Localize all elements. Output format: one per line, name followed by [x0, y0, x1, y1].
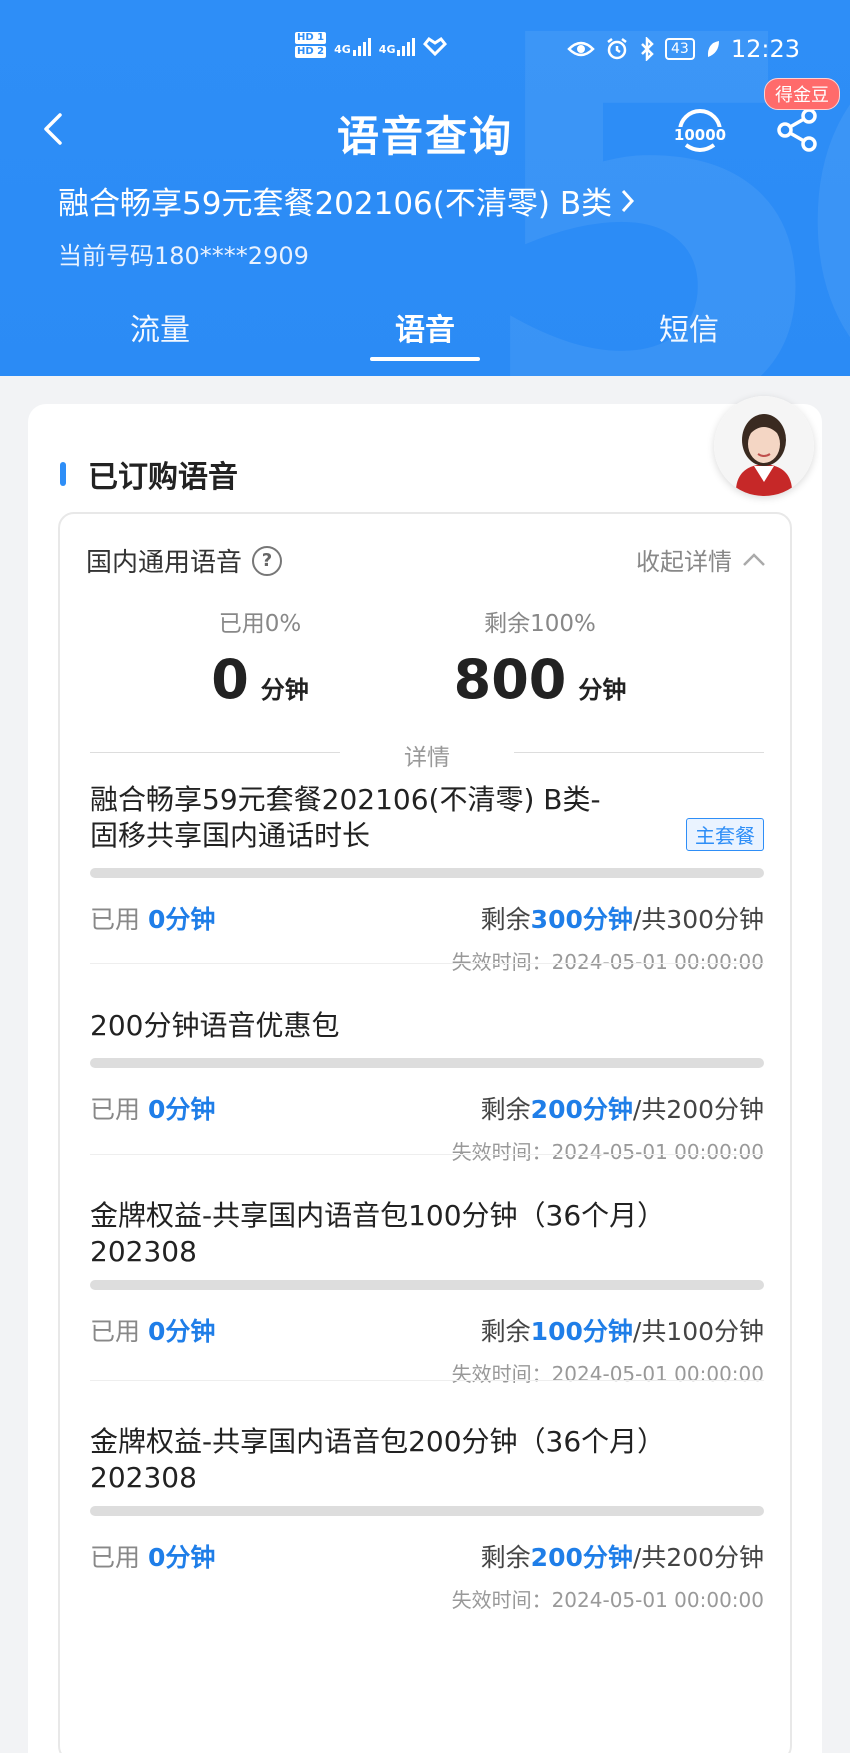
used-unit: 分钟: [260, 676, 309, 704]
used-percent: 已用0%: [218, 611, 302, 637]
plan-selector[interactable]: 融合畅享59元套餐202106(不清零) B类: [58, 178, 636, 223]
assistant-avatar-icon: [714, 396, 814, 496]
bluetooth-icon: [641, 37, 654, 61]
hd-indicator: HD 1 HD 2: [295, 32, 327, 60]
phone-number: 当前号码180****2909: [58, 242, 309, 270]
used-prefix: 已用: [90, 1317, 141, 1346]
list-item: 融合畅享59元套餐202106(不清零) B类-固移共享国内通话时长 主套餐 已…: [90, 782, 764, 975]
wifi-heart-icon: [423, 36, 448, 56]
expiry-time: 失效时间：2024-05-01 00:00:00: [451, 1588, 764, 1612]
voice-card: 已订购语音 国内通用语音 ? 收起详情 已用0% 0 分钟 剩余100% 800…: [28, 396, 822, 1753]
section-title: 已订购语音: [88, 460, 238, 495]
total-amount: /共300分钟: [632, 905, 764, 934]
main-package-tag: 主套餐: [686, 818, 764, 851]
item-name: 融合畅享59元套餐202106(不清零) B类-固移共享国内通话时长: [90, 783, 601, 852]
usage-bar: [90, 1506, 764, 1516]
used-amount: 0分钟: [147, 1543, 216, 1572]
remaining-value: 800: [453, 648, 567, 711]
box-title: 国内通用语音 ?: [86, 542, 283, 579]
usage-bar: [90, 868, 764, 878]
box-title-text: 国内通用语音: [86, 548, 243, 578]
remain-amount: 200分钟: [530, 1095, 633, 1124]
usage-row: 已用 0分钟 剩余300分钟/共300分钟: [90, 900, 764, 936]
item-separator: [90, 1154, 764, 1155]
item-separator: [90, 963, 764, 964]
usage-row: 已用 0分钟 剩余200分钟/共200分钟: [90, 1538, 764, 1574]
remain-amount: 300分钟: [530, 905, 633, 934]
help-icon[interactable]: ?: [252, 545, 283, 576]
usage-row: 已用 0分钟 剩余200分钟/共200分钟: [90, 1090, 764, 1126]
item-separator: [90, 1380, 764, 1381]
signal-2-icon: 4G: [379, 36, 416, 56]
remaining-stat: 剩余100% 800 分钟: [390, 604, 690, 711]
remain-prefix: 剩余: [480, 905, 531, 934]
domestic-voice-box: 国内通用语音 ? 收起详情 已用0% 0 分钟 剩余100% 800 分钟 详情: [58, 512, 792, 1753]
used-amount: 0分钟: [147, 1095, 216, 1124]
list-item: 金牌权益-共享国内语音包100分钟（36个月）202308 已用 0分钟 剩余1…: [90, 1198, 764, 1387]
tab-sms[interactable]: 短信: [619, 305, 759, 349]
used-amount: 0分钟: [147, 905, 216, 934]
gold-bean-badge[interactable]: 得金豆: [764, 78, 840, 110]
signal-1-icon: 4G: [334, 36, 371, 56]
collapse-details-button[interactable]: 收起详情: [636, 542, 766, 577]
divider-line-right: [514, 752, 764, 753]
details-label: 详情: [404, 745, 450, 771]
battery-indicator: 43: [665, 38, 695, 60]
usage-bar: [90, 1280, 764, 1290]
section-accent-bar: [60, 462, 66, 486]
used-value: 0: [211, 648, 249, 711]
list-item: 金牌权益-共享国内语音包200分钟（36个月）202308 已用 0分钟 剩余2…: [90, 1424, 764, 1613]
share-icon[interactable]: [775, 107, 821, 153]
collapse-label: 收起详情: [636, 548, 732, 576]
tab-voice[interactable]: 语音: [355, 305, 495, 349]
used-prefix: 已用: [90, 1095, 141, 1124]
nav-bar: 语音查询 10000: [0, 95, 850, 165]
remaining-percent: 剩余100%: [484, 611, 596, 637]
expiry-time: 失效时间：2024-05-01 00:00:00: [451, 1140, 764, 1164]
remain-prefix: 剩余: [480, 1543, 531, 1572]
used-amount: 0分钟: [147, 1317, 216, 1346]
expiry-time: 失效时间：2024-05-01 00:00:00: [451, 950, 764, 974]
used-stat: 已用0% 0 分钟: [110, 604, 410, 711]
header: 5G HD 1 HD 2 4G 4G 43 12:23: [0, 0, 850, 376]
chevron-up-icon: [743, 552, 765, 566]
leaf-icon: [707, 41, 719, 57]
clock: 12:23: [730, 35, 800, 63]
used-prefix: 已用: [90, 905, 141, 934]
remain-prefix: 剩余: [480, 1095, 531, 1124]
usage-row: 已用 0分钟 剩余100分钟/共100分钟: [90, 1312, 764, 1348]
remain-amount: 200分钟: [530, 1543, 633, 1572]
remaining-unit: 分钟: [578, 676, 627, 704]
total-amount: /共100分钟: [632, 1317, 764, 1346]
eye-icon: [567, 41, 595, 57]
active-tab-indicator: [370, 357, 480, 361]
remain-amount: 100分钟: [530, 1317, 633, 1346]
used-prefix: 已用: [90, 1543, 141, 1572]
item-name: 200分钟语音优惠包: [90, 1009, 340, 1042]
list-item: 200分钟语音优惠包 已用 0分钟 剩余200分钟/共200分钟 失效时间：20…: [90, 1008, 764, 1165]
assistant-avatar[interactable]: [714, 396, 814, 496]
usage-bar: [90, 1058, 764, 1068]
hd2-label: HD 2: [295, 46, 327, 58]
total-amount: /共200分钟: [632, 1095, 764, 1124]
alarm-icon: [607, 38, 627, 60]
item-name: 金牌权益-共享国内语音包200分钟（36个月）202308: [90, 1425, 666, 1494]
total-amount: /共200分钟: [632, 1543, 764, 1572]
remain-prefix: 剩余: [480, 1317, 531, 1346]
section-header: 已订购语音: [60, 452, 238, 496]
hd1-label: HD 1: [295, 32, 327, 44]
chevron-right-icon: [621, 189, 635, 212]
plan-name: 融合畅享59元套餐202106(不清零) B类: [58, 186, 613, 222]
details-divider: 详情: [90, 738, 764, 771]
customer-service-10000-icon[interactable]: 10000: [672, 105, 728, 157]
item-name: 金牌权益-共享国内语音包100分钟（36个月）202308: [90, 1199, 666, 1268]
expiry-time: 失效时间：2024-05-01 00:00:00: [451, 1362, 764, 1386]
svg-text:10000: 10000: [674, 126, 726, 144]
status-bar: HD 1 HD 2 4G 4G 43 12:23: [0, 30, 850, 70]
tab-bar: 流量 语音 短信: [0, 305, 850, 365]
tab-data[interactable]: 流量: [90, 305, 230, 349]
